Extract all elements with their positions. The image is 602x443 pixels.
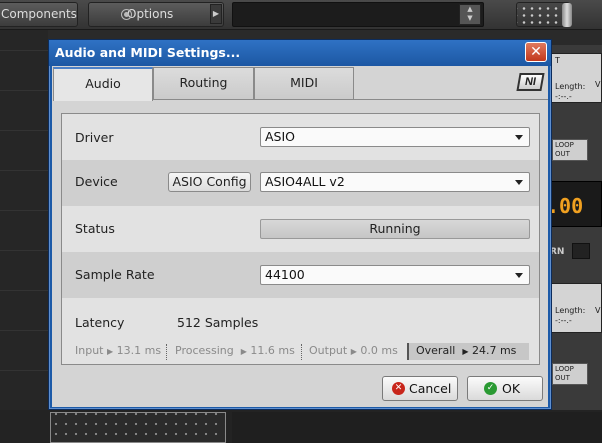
driver-value: ASIO xyxy=(265,129,296,144)
driver-select[interactable]: ASIO xyxy=(260,127,530,147)
host-combo-box[interactable]: ▲ ▼ xyxy=(232,2,484,27)
status-indicator: Running xyxy=(260,219,530,239)
deck-letter-t: T xyxy=(555,56,560,65)
loop-out-label-bottom: LOOP OUT xyxy=(555,365,574,382)
input-latency-value: 13.1 ms xyxy=(116,344,162,357)
dialog-title: Audio and MIDI Settings... xyxy=(55,45,241,60)
output-latency-label: Output xyxy=(309,344,348,357)
spin-arrows-icon[interactable]: ▲ ▼ xyxy=(459,4,481,25)
sample-rate-value: 44100 xyxy=(265,267,305,282)
tab-audio-label: Audio xyxy=(85,76,121,91)
overall-latency-value: 24.7 ms xyxy=(471,344,517,357)
status-label: Status xyxy=(75,221,115,236)
dialog-content: Audio Routing MIDI NI Driver ASIO Device xyxy=(52,66,548,407)
play-arrow-icon: ▶ xyxy=(462,347,469,356)
processing-latency: Processing ▶ 11.6 ms xyxy=(175,344,295,357)
length-value-top: -:--.- xyxy=(555,92,572,101)
rn-control[interactable]: RN xyxy=(550,241,602,263)
loop-out-button-top[interactable]: LOOP OUT xyxy=(552,139,588,161)
ok-button[interactable]: ✓ OK xyxy=(467,376,543,401)
overall-latency: Overall ▶ 24.7 ms xyxy=(407,343,529,360)
loop-out-label-top: LOOP OUT xyxy=(555,141,574,158)
device-row: Device ASIO Config ASIO4ALL v2 xyxy=(62,160,539,206)
chevron-down-icon xyxy=(515,180,523,185)
length-label-bottom: Length: xyxy=(555,306,586,315)
cancel-label: Cancel xyxy=(409,381,452,396)
rn-toggle[interactable] xyxy=(572,243,590,259)
ok-label: OK xyxy=(502,381,521,396)
overall-latency-label: Overall xyxy=(416,344,456,357)
host-bottom-panel xyxy=(232,412,602,443)
output-latency-value: 0.0 ms xyxy=(360,344,398,357)
sample-rate-label: Sample Rate xyxy=(75,267,155,282)
play-arrow-icon: ▶ xyxy=(106,347,114,356)
device-label: Device xyxy=(75,174,118,189)
sample-rate-select[interactable]: 44100 xyxy=(260,265,530,285)
processing-latency-label: Processing xyxy=(175,344,234,357)
host-toolbar: Components Options ▶ ▲ ▼ xyxy=(0,0,602,30)
host-bottom-bar xyxy=(0,410,602,443)
host-right-panel: T Length: -:--.- V LOOP OUT .00 RN Lengt… xyxy=(547,45,602,410)
length-label-top: Length: xyxy=(555,82,586,91)
components-label: Components xyxy=(1,7,77,21)
deck-info-bottom: Length: -:--.- V xyxy=(550,283,602,333)
deck-info-top: T Length: -:--.- V xyxy=(550,53,602,103)
chevron-down-icon xyxy=(515,273,523,278)
latency-label: Latency xyxy=(75,315,125,330)
asio-config-button[interactable]: ASIO Config xyxy=(168,172,251,192)
tab-divider xyxy=(152,99,548,100)
close-icon: ✕ xyxy=(530,44,542,60)
deck-letter-v-bottom: V xyxy=(595,306,601,315)
options-button[interactable]: Options xyxy=(88,2,224,27)
cancel-icon: ✕ xyxy=(392,382,405,395)
options-radio-icon xyxy=(121,9,132,20)
options-label: Options xyxy=(127,7,174,21)
output-latency: Output ▶ 0.0 ms xyxy=(309,344,398,357)
chevron-down-icon xyxy=(515,135,523,140)
checkmark-icon: ✓ xyxy=(484,382,497,395)
length-value-bottom: -:--.- xyxy=(555,316,572,325)
components-button[interactable]: Components xyxy=(0,2,78,27)
tab-midi[interactable]: MIDI xyxy=(254,67,354,100)
processing-latency-value: 11.6 ms xyxy=(250,344,295,357)
audio-settings-panel: Driver ASIO Device ASIO Config ASIO4ALL … xyxy=(61,113,540,365)
input-latency-label: Input xyxy=(75,344,104,357)
asio-config-label: ASIO Config xyxy=(172,174,247,189)
loop-out-button-bottom[interactable]: LOOP OUT xyxy=(552,363,588,385)
ni-logo: NI xyxy=(516,73,545,91)
deck-letter-v-top: V xyxy=(595,80,601,89)
tab-routing-label: Routing xyxy=(179,75,228,90)
host-track-list xyxy=(0,30,48,443)
latency-value: 512 Samples xyxy=(177,315,259,330)
latency-separator xyxy=(166,344,167,360)
tab-audio[interactable]: Audio xyxy=(53,67,153,101)
dialog-title-bar[interactable]: Audio and MIDI Settings... ✕ xyxy=(49,40,551,66)
play-arrow-icon: ▶ xyxy=(350,347,357,356)
device-select[interactable]: ASIO4ALL v2 xyxy=(260,172,530,192)
expand-arrow-icon[interactable]: ▶ xyxy=(210,4,222,24)
device-value: ASIO4ALL v2 xyxy=(265,174,345,189)
audio-midi-settings-dialog: Audio and MIDI Settings... ✕ Audio Routi… xyxy=(48,39,552,410)
tab-routing[interactable]: Routing xyxy=(153,67,254,100)
cancel-button[interactable]: ✕ Cancel xyxy=(382,376,458,401)
latency-separator xyxy=(301,344,302,360)
sample-rate-row: Sample Rate 44100 xyxy=(62,252,539,298)
play-arrow-icon: ▶ xyxy=(240,347,247,356)
rn-label: RN xyxy=(550,247,565,257)
host-handle-icon[interactable] xyxy=(562,3,572,27)
tab-midi-label: MIDI xyxy=(290,75,318,90)
status-row: Status Running xyxy=(62,206,539,252)
close-button[interactable]: ✕ xyxy=(525,42,547,62)
ni-logo-text: NI xyxy=(523,76,538,88)
status-value: Running xyxy=(369,221,421,236)
host-bottom-dot-panel xyxy=(50,412,226,443)
tempo-display: .00 xyxy=(547,181,602,227)
tempo-value: .00 xyxy=(547,194,584,218)
driver-row: Driver ASIO xyxy=(62,114,539,160)
driver-label: Driver xyxy=(75,130,114,145)
input-latency: Input ▶ 13.1 ms xyxy=(75,344,161,357)
